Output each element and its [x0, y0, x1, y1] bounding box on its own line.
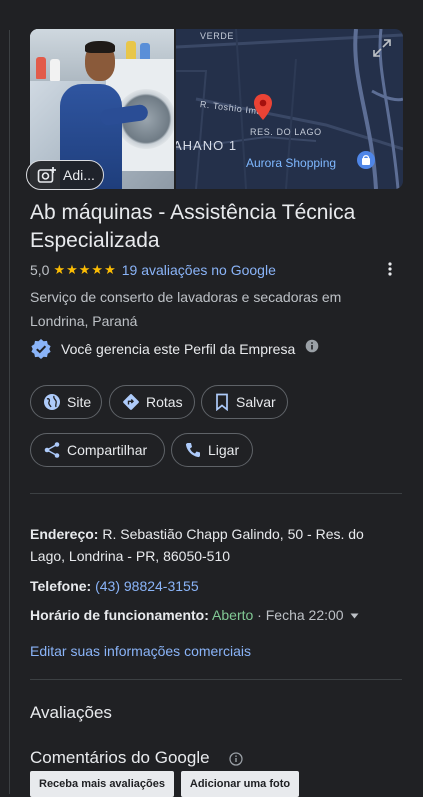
- edit-info-link[interactable]: Editar suas informações comerciais: [30, 643, 251, 659]
- phone-link[interactable]: (43) 98824-3155: [95, 578, 199, 594]
- share-label: Compartilhar: [67, 442, 148, 458]
- map-district-label: RES. DO LAGO: [250, 127, 322, 137]
- map-area-label: AHANO 1: [176, 138, 238, 153]
- add-photo-label: Adi...: [63, 167, 95, 183]
- reviews-section-title: Avaliações: [30, 703, 112, 722]
- business-name: Ab máquinas - Assistência Técnica Especi…: [30, 201, 356, 252]
- globe-icon: [44, 394, 60, 410]
- manage-profile-text: Você gerencia este Perfil da Empresa: [61, 341, 296, 357]
- edit-info-row: Editar suas informações comerciais: [30, 640, 390, 662]
- expand-map-icon[interactable]: [371, 37, 393, 59]
- directions-label: Rotas: [146, 394, 183, 410]
- phone-label: Telefone:: [30, 578, 92, 594]
- get-more-reviews-button[interactable]: Receba mais avaliações: [30, 771, 174, 797]
- more-options-icon[interactable]: [381, 260, 399, 280]
- reviews-link[interactable]: 19 avaliações no Google: [122, 262, 276, 278]
- add-review-photo-button[interactable]: Adicionar uma foto: [181, 771, 299, 797]
- address-label: Endereço:: [30, 526, 99, 542]
- save-button[interactable]: Salvar: [201, 385, 288, 419]
- directions-button[interactable]: Rotas: [109, 385, 195, 419]
- left-divider: [9, 30, 10, 794]
- site-button[interactable]: Site: [30, 385, 102, 419]
- phone-icon: [185, 443, 200, 458]
- add-photo-button[interactable]: Adi...: [26, 160, 104, 190]
- section-divider: [30, 679, 402, 680]
- map-poi-label: Aurora Shopping: [246, 156, 337, 170]
- bookmark-icon: [216, 393, 228, 411]
- business-category: Serviço de conserto de lavadoras e secad…: [30, 289, 342, 329]
- call-button[interactable]: Ligar: [171, 433, 253, 467]
- add-photo-icon: [37, 167, 56, 183]
- google-reviews-title: Comentários do Google: [30, 748, 210, 767]
- info-icon[interactable]: [229, 752, 243, 766]
- hours-label: Horário de funcionamento:: [30, 607, 209, 623]
- shopping-bag-icon: [357, 151, 375, 169]
- rating-row: 5,0 ★★★★★ 19 avaliações no Google: [30, 262, 276, 278]
- site-label: Site: [67, 394, 92, 410]
- rating-value: 5,0: [30, 262, 50, 278]
- map-street-label: VERDE: [200, 31, 235, 41]
- directions-icon: [123, 394, 139, 410]
- phone-row: Telefone: (43) 98824-3155: [30, 575, 390, 597]
- section-divider: [30, 493, 402, 494]
- info-icon[interactable]: [305, 339, 319, 353]
- photo-strip: VERDE R. Toshio Imai RES. DO LAGO AHANO …: [26, 29, 403, 190]
- hours-separator: ·: [253, 607, 266, 623]
- share-icon: [44, 442, 60, 458]
- save-label: Salvar: [236, 394, 276, 410]
- map-thumbnail[interactable]: VERDE R. Toshio Imai RES. DO LAGO AHANO …: [176, 29, 403, 189]
- share-button[interactable]: Compartilhar: [30, 433, 165, 467]
- hours-row[interactable]: Horário de funcionamento: Aberto · Fecha…: [30, 604, 390, 626]
- hours-open-status: Aberto: [212, 607, 254, 623]
- chevron-down-icon[interactable]: [350, 613, 359, 619]
- verified-badge-icon: [31, 339, 51, 359]
- rating-stars: ★★★★★: [53, 262, 117, 277]
- call-label: Ligar: [208, 442, 240, 458]
- manage-profile-row: Você gerencia este Perfil da Empresa: [30, 338, 295, 360]
- hours-close-time: Fecha 22:00: [265, 607, 344, 623]
- address-row: Endereço: R. Sebastião Chapp Galindo, 50…: [30, 523, 390, 567]
- map-pin-icon: [254, 94, 272, 120]
